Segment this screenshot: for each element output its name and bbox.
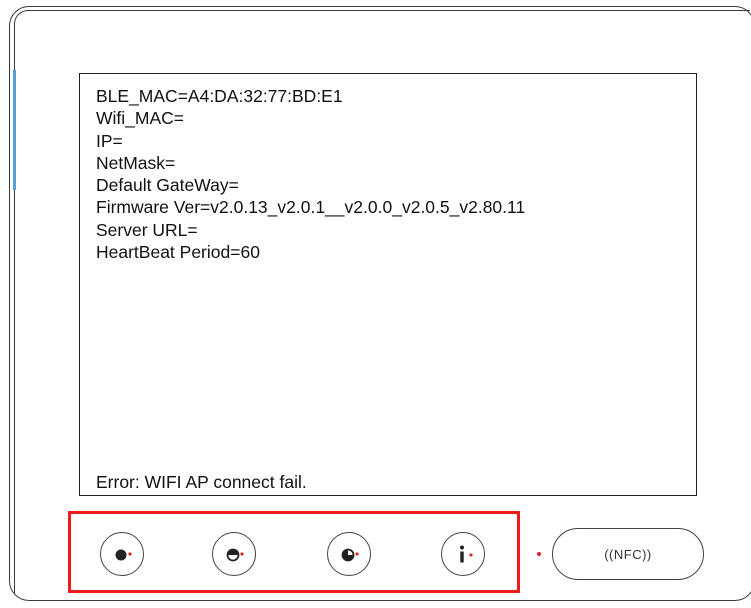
ip-line: IP= bbox=[96, 130, 123, 151]
nfc-label: ((NFC)) bbox=[604, 546, 652, 562]
server-url-line: Server URL= bbox=[96, 219, 198, 240]
three-quarter-circle-icon bbox=[341, 548, 359, 562]
nfc-indicator-dot bbox=[537, 552, 541, 556]
device-info-list: BLE_MAC=A4:DA:32:77:BD:E1 Wifi_MAC= IP= … bbox=[96, 85, 525, 263]
firmware-line: Firmware Ver=v2.0.13_v2.0.1__v2.0.0_v2.0… bbox=[96, 197, 526, 218]
gateway-line: Default GateWay= bbox=[96, 175, 239, 196]
half-circle-button[interactable] bbox=[212, 532, 256, 576]
side-accent-strip bbox=[13, 70, 16, 190]
filled-circle-button[interactable] bbox=[100, 532, 144, 576]
netmask-line: NetMask= bbox=[96, 152, 176, 173]
info-icon bbox=[460, 545, 473, 563]
info-button[interactable] bbox=[441, 532, 485, 576]
filled-circle-icon bbox=[115, 549, 132, 561]
half-circle-icon bbox=[226, 548, 244, 562]
display-screen: BLE_MAC=A4:DA:32:77:BD:E1 Wifi_MAC= IP= … bbox=[79, 73, 697, 496]
wifi-mac-line: Wifi_MAC= bbox=[96, 108, 184, 129]
error-message: Error: WIFI AP connect fail. bbox=[96, 472, 307, 492]
nfc-button[interactable]: ((NFC)) bbox=[552, 528, 704, 580]
ble-mac-line: BLE_MAC=A4:DA:32:77:BD:E1 bbox=[96, 86, 343, 106]
three-quarter-circle-button[interactable] bbox=[327, 532, 371, 576]
heartbeat-line: HeartBeat Period=60 bbox=[96, 242, 260, 263]
